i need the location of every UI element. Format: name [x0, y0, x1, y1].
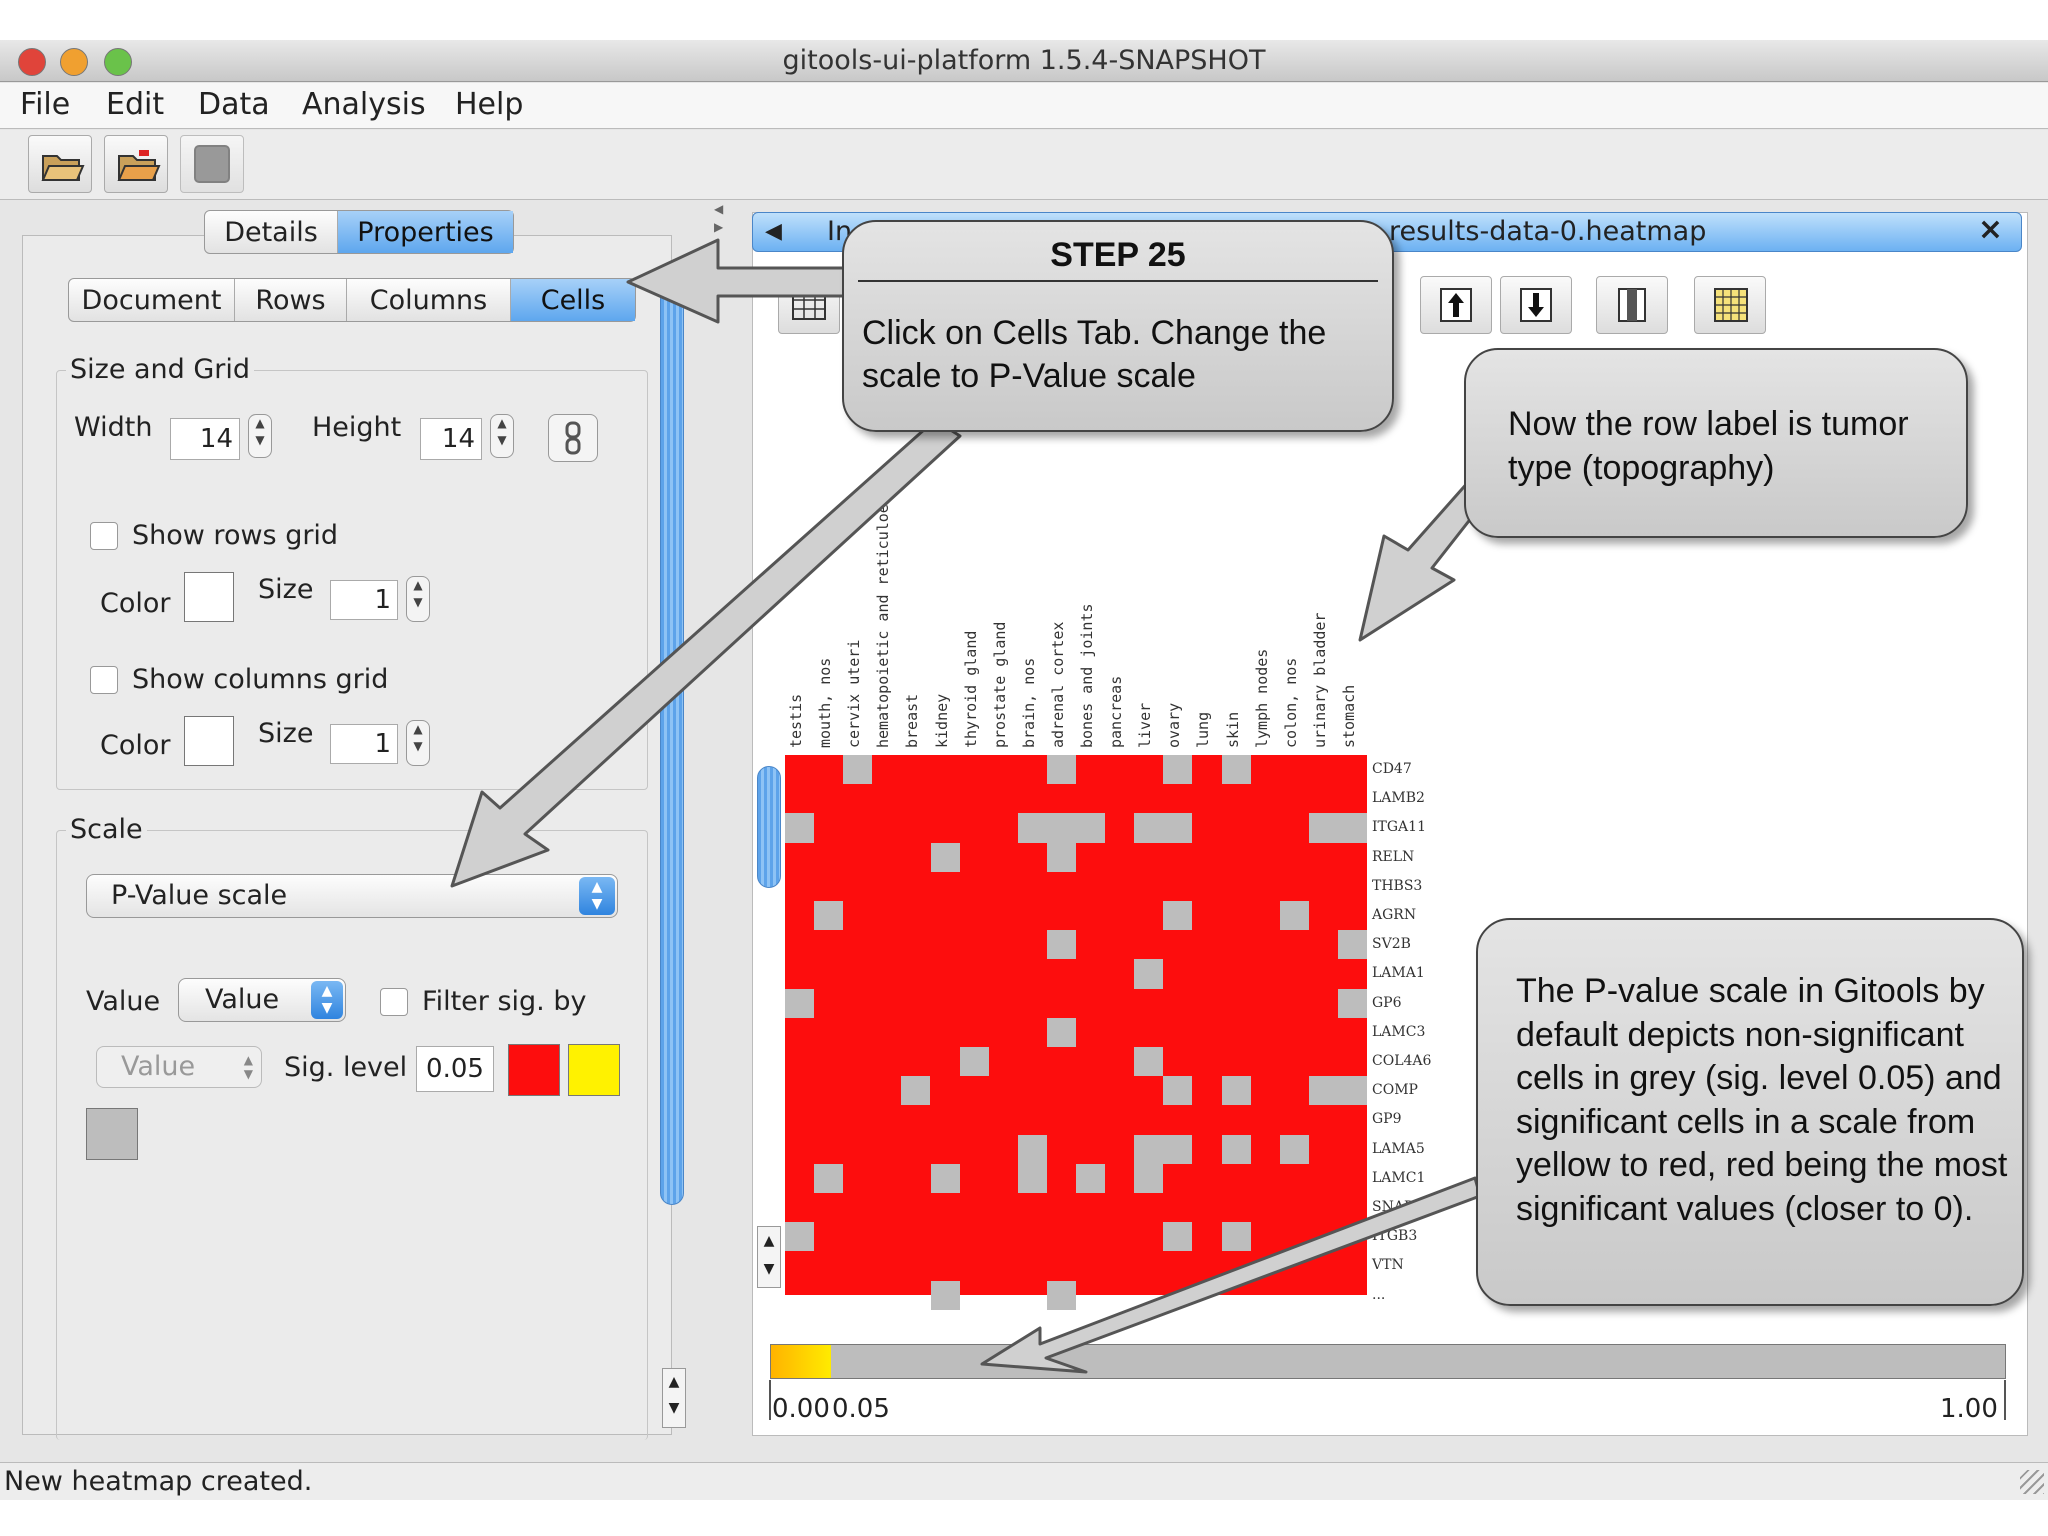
row-label-callout: Now the row label is tumor type (topogra…: [1464, 348, 1968, 538]
pvalue-text: The P-value scale in Gitools by default …: [1516, 972, 2008, 1228]
arrow-to-scale-select: [450, 418, 962, 888]
row-label-text: Now the row label is tumor type (topogra…: [1508, 405, 1909, 487]
pvalue-callout: The P-value scale in Gitools by default …: [1476, 918, 2024, 1306]
step-callout: STEP 25 Click on Cells Tab. Change the s…: [842, 220, 1394, 432]
status-text: New heatmap created.: [4, 1466, 313, 1497]
step-title: STEP 25: [1050, 236, 1186, 274]
status-bar: New heatmap created.: [0, 1462, 2048, 1500]
arrow-to-cells-tab: [626, 238, 857, 324]
step-text: Click on Cells Tab. Change the scale to …: [862, 314, 1327, 395]
resize-grip-icon[interactable]: [2020, 1470, 2044, 1494]
step-divider: [858, 280, 1378, 282]
arrow-to-scale-bar: [980, 1176, 1482, 1374]
